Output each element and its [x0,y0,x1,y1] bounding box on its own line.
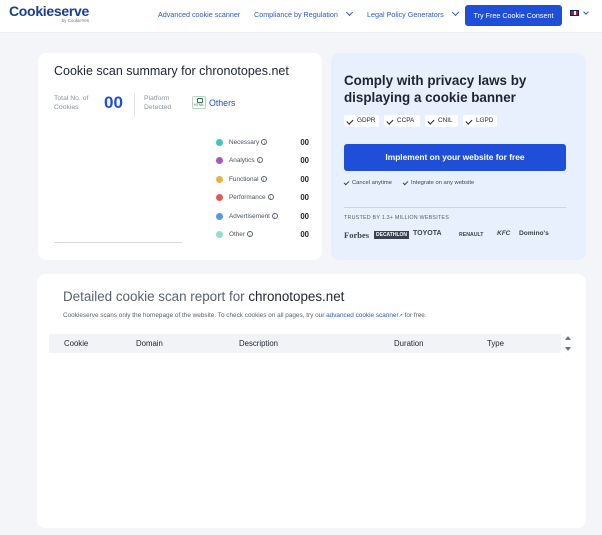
column-header-type[interactable]: Type [487,339,504,348]
column-header-domain[interactable]: Domain [136,339,163,348]
cookieserve-logo[interactable]: Cookieserve by CookieYes [9,4,89,24]
legend-item-necessary: Necessary i 00 [216,138,314,148]
regulation-tag-ccpa: CCPA [384,115,420,127]
legend-label: Performance i [229,194,274,201]
regulation-tag-gdpr: GDPR [344,115,379,127]
legend-label: Analytics i [229,157,263,164]
report-title: Detailed cookie scan report for chronoto… [63,289,344,304]
total-cookies-value: 00 [104,93,123,112]
total-label-line1: Total No. of [54,95,89,102]
chevron-down-icon [451,8,459,17]
comply-divider [344,207,566,208]
legend-label: Other i [229,231,253,238]
stat-divider [134,93,135,117]
info-icon[interactable]: i [267,194,274,201]
chevron-down-icon [345,8,353,17]
brand-logo-dominos: Domino's [519,230,549,237]
info-icon[interactable]: i [261,139,268,146]
report-note: Cookieserve scans only the homepage of t… [63,312,427,319]
sort-up-icon[interactable] [565,336,571,340]
legend-item-advertisement: Advertisement i 00 [216,212,314,222]
total-cookies-label: Total No. of Cookies [54,94,88,112]
report-title-domain: chronotopes.net [248,289,345,304]
html-platform-icon: HTML [192,96,206,109]
cookie-table-header: Cookie Domain Description Duration Type [49,334,561,353]
legend-item-analytics: Analytics i 00 [216,156,314,166]
column-header-description[interactable]: Description [239,339,278,348]
legend-dot-icon [216,231,223,238]
legend-dot-icon [216,139,223,146]
total-label-line2: Cookies [54,104,79,111]
site-header: Cookieserve by CookieYes Advanced cookie… [0,0,602,33]
platform-label-line2: Detected [144,104,172,111]
brand-logo-toyota: TOYOTA [413,230,442,237]
nav-compliance-label: Compliance by Regulation [254,10,338,19]
column-header-duration[interactable]: Duration [394,339,423,348]
legend-count: 00 [300,138,309,147]
chart-baseline [54,242,182,243]
legend-item-other: Other i 00 [216,230,314,240]
info-icon[interactable]: i [271,213,278,220]
sort-down-icon[interactable] [565,347,571,351]
uk-flag-icon[interactable] [570,10,579,16]
report-note-text: Cookieserve scans only the homepage of t… [63,312,327,319]
implement-banner-button[interactable]: Implement on your website for free [344,144,566,171]
comply-title: Comply with privacy laws by displaying a… [344,73,527,105]
logo-text: Cookieserve [9,3,89,19]
platform-label-line1: Platform [144,95,170,102]
trusted-by-label: TRUSTED BY 1.3+ MILLION WEBSITES [344,215,450,221]
regulation-tag-lgpd: LGPD [463,115,497,127]
scan-summary-card: Cookie scan summary for chronotopes.net … [38,53,322,260]
detailed-report-card: Detailed cookie scan report for chronoto… [37,274,586,528]
legend-count: 00 [300,175,309,184]
advanced-scanner-link[interactable]: advanced cookie scanner [326,312,398,319]
chevron-down-icon[interactable] [583,9,589,15]
info-icon[interactable]: i [260,176,267,183]
platform-label: Platform Detected [144,94,171,112]
legend-label: Necessary i [229,139,268,146]
feature-integrate: Integrate on any website [403,180,474,186]
try-free-cookie-consent-button[interactable]: Try Free Cookie Consent [465,5,562,26]
column-header-cookie[interactable]: Cookie [64,339,88,348]
brand-logo-decathlon: DECATHLON [374,231,410,239]
legend-dot-icon [216,176,223,183]
legend-count: 00 [300,230,309,239]
legend-count: 00 [300,193,309,202]
legend-item-functional: Functional i 00 [216,175,314,185]
legend-dot-icon [216,157,223,164]
nav-legal-dropdown[interactable]: Legal Policy Generators [367,8,459,19]
legend-count: 00 [300,156,309,165]
legend-label: Advertisement i [229,213,278,220]
info-icon[interactable]: i [256,157,263,164]
feature-cancel-anytime: Cancel anytime [344,180,392,186]
brand-logo-kfc: KFC [497,230,511,237]
comply-promo-panel: Comply with privacy laws by displaying a… [331,53,586,260]
nav-advanced-scanner-label: Advanced cookie scanner [158,10,241,19]
nav-compliance-dropdown[interactable]: Compliance by Regulation [254,8,353,19]
nav-legal-label: Legal Policy Generators [367,10,444,19]
brand-logo-forbes: Forbes [344,230,370,240]
legend-dot-icon [216,213,223,220]
legend-count: 00 [300,212,309,221]
report-title-prefix: Detailed cookie scan report for [63,289,249,304]
legend-item-performance: Performance i 00 [216,193,314,203]
brand-logo-renault: RENAULT [459,232,484,238]
regulation-tag-cnil: CNIL [425,115,458,127]
report-note-suffix: for free. [402,312,427,319]
summary-title: Cookie scan summary for chronotopes.net [54,64,289,78]
legend-label: Functional i [229,176,267,183]
nav-advanced-scanner[interactable]: Advanced cookie scanner [158,10,240,19]
legend-dot-icon [216,194,223,201]
info-icon[interactable]: i [246,231,253,238]
platform-value: Others [209,98,236,108]
